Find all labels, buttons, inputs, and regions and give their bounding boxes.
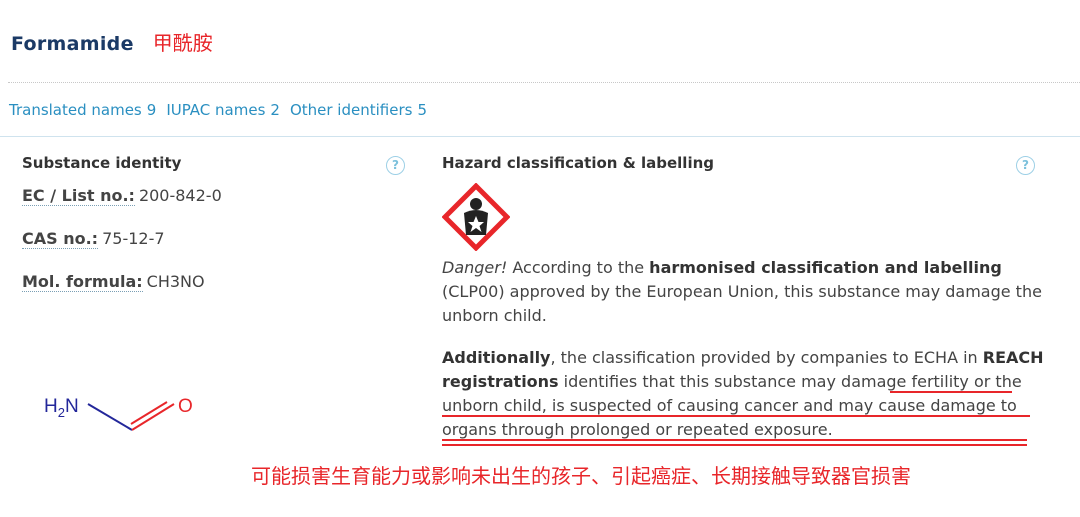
reach-classification-text: Additionally, the classification provide…	[442, 348, 1044, 439]
substance-name-cn: 甲酰胺	[152, 31, 213, 55]
tab-other-identifiers[interactable]: Other identifiers 5	[290, 101, 427, 119]
page-title: Formamide 甲酰胺	[11, 27, 213, 55]
health-hazard-icon	[442, 183, 510, 251]
bond-n-c	[87, 403, 133, 431]
harmonised-classification-text: Danger! According to the harmonised clas…	[442, 258, 1042, 325]
mol-formula-value: CH3NO	[146, 272, 205, 291]
cas-number-value: 75-12-7	[102, 229, 165, 248]
substance-name: Formamide	[11, 33, 134, 55]
hazard-title: Hazard classification & labelling	[442, 154, 715, 172]
annotation-underline	[442, 415, 1030, 417]
cas-number-label[interactable]: CAS no.:	[22, 229, 99, 249]
annotation-underline	[442, 444, 1027, 446]
help-icon[interactable]: ?	[1016, 156, 1035, 175]
mol-formula-row: Mol. formula: CH3NO	[22, 272, 205, 292]
tab-translated-names[interactable]: Translated names 9	[9, 101, 156, 119]
mol-formula-label[interactable]: Mol. formula:	[22, 272, 143, 292]
ec-number-value: 200-842-0	[138, 186, 222, 205]
help-icon[interactable]: ?	[386, 156, 405, 175]
oxygen-label: O	[178, 396, 193, 417]
hazard-panel: Hazard classification & labelling ? Dang…	[442, 150, 1052, 439]
tabs-divider	[0, 136, 1080, 137]
ec-number-label[interactable]: EC / List no.:	[22, 186, 135, 206]
substance-identity-title: Substance identity	[22, 154, 182, 172]
annotation-underline	[890, 391, 1012, 393]
annotation-underline	[442, 439, 1027, 441]
substance-identity-panel: Substance identity ? EC / List no.: 200-8…	[22, 150, 412, 292]
amine-group-label: H2N	[44, 396, 79, 420]
chinese-annotation: 可能损害生育能力或影响未出生的孩子、引起癌症、长期接触导致器官损害	[251, 464, 911, 488]
molecule-structure: H2N O	[44, 396, 193, 431]
danger-signal-word: Danger!	[442, 258, 508, 277]
bond-c-o	[131, 403, 175, 431]
identifier-tabs: Translated names 9 IUPAC names 2 Other ide…	[9, 101, 427, 119]
cas-number-row: CAS no.: 75-12-7	[22, 229, 165, 249]
ec-number-row: EC / List no.: 200-842-0	[22, 186, 222, 206]
bond-c-o-double	[130, 401, 168, 425]
tab-iupac-names[interactable]: IUPAC names 2	[166, 101, 280, 119]
header-divider	[8, 82, 1080, 83]
